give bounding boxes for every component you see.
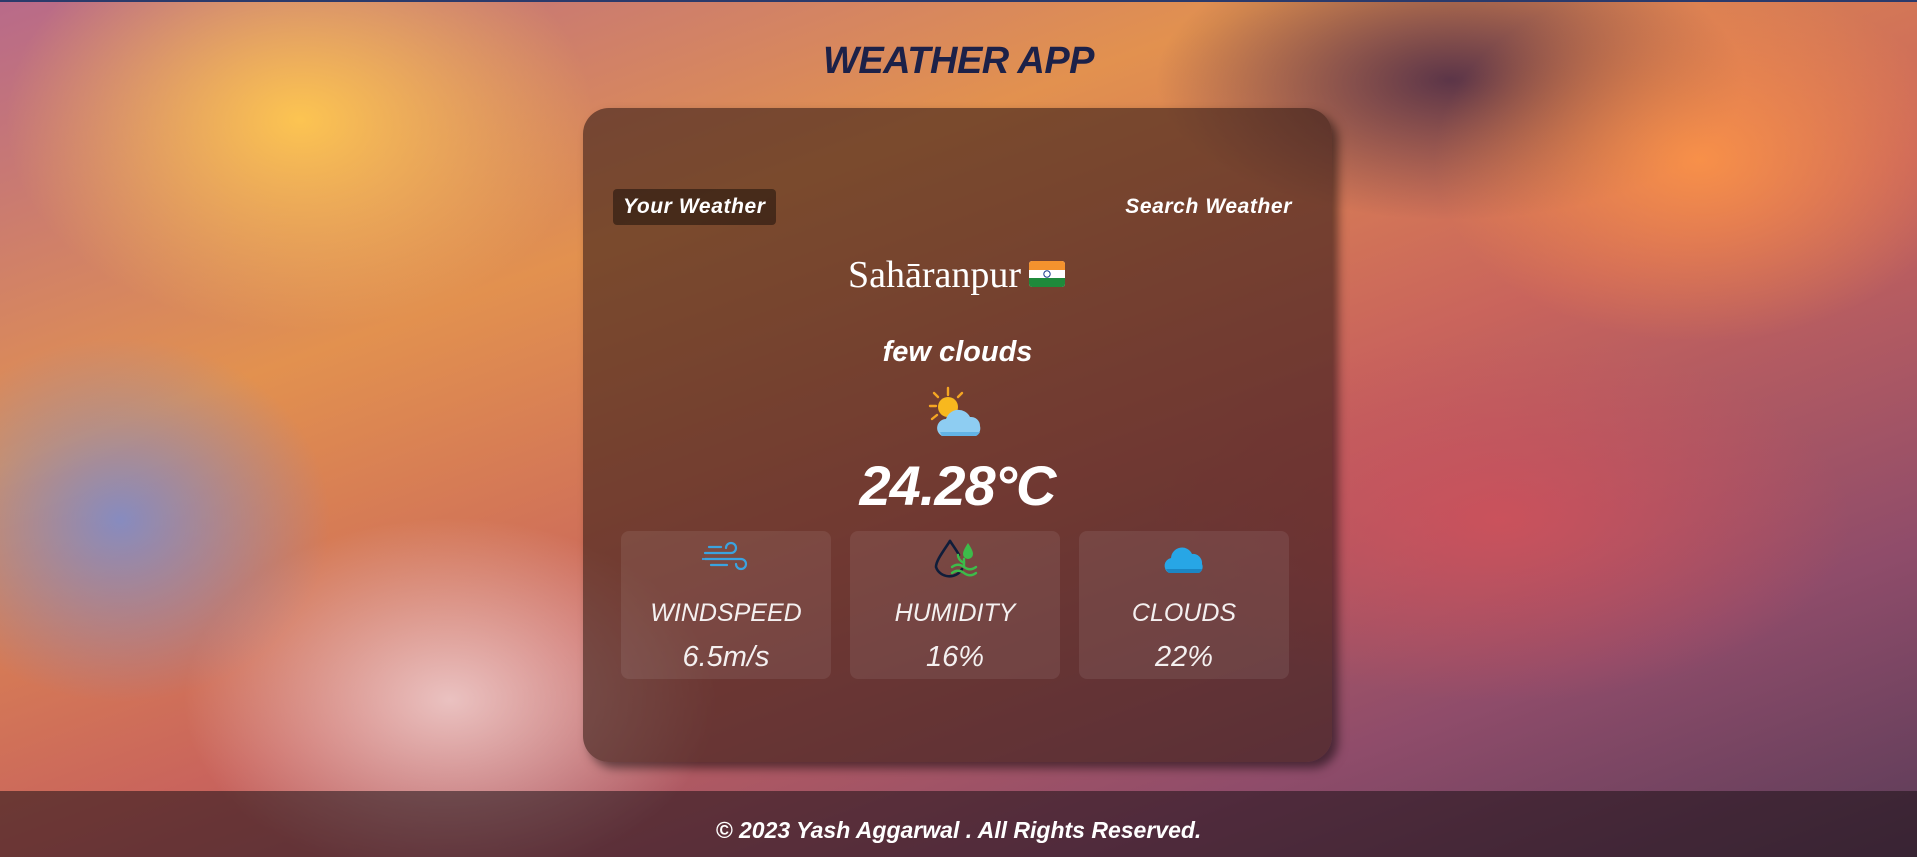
tab-your-weather[interactable]: Your Weather <box>613 189 776 225</box>
wind-icon <box>701 541 748 571</box>
india-flag-icon <box>1029 261 1066 288</box>
windspeed-card: WINDSPEED 6.5m/s <box>621 531 831 679</box>
sun-behind-cloud-icon <box>928 386 981 436</box>
clouds-card: CLOUDS 22% <box>1079 531 1289 679</box>
humidity-value: 16% <box>925 641 985 673</box>
clouds-label: CLOUDS <box>1131 599 1237 627</box>
tab-search-weather[interactable]: Search Weather <box>1115 189 1302 225</box>
windspeed-label: WINDSPEED <box>650 599 802 627</box>
weather-card: Your Weather Search Weather Sahāranpur f… <box>583 108 1332 762</box>
humidity-card: HUMIDITY 16% <box>850 531 1060 679</box>
humidity-label: HUMIDITY <box>894 599 1016 627</box>
copyright-text: © 2023 Yash Aggarwal . All Rights Reserv… <box>715 817 1202 843</box>
cloud-icon <box>1164 547 1203 573</box>
footer: © 2023 Yash Aggarwal . All Rights Reserv… <box>0 791 1917 857</box>
city-name: Sahāranpur <box>847 254 1022 296</box>
top-border <box>0 0 1917 2</box>
city-name-row: Sahāranpur <box>583 253 1332 297</box>
windspeed-value: 6.5m/s <box>682 641 770 673</box>
temperature: 24.28°C <box>859 454 1057 517</box>
humidity-icon <box>934 539 978 578</box>
weather-description: few clouds <box>882 336 1033 368</box>
clouds-value: 22% <box>1154 641 1214 673</box>
app-title: WEATHER APP <box>822 40 1095 82</box>
